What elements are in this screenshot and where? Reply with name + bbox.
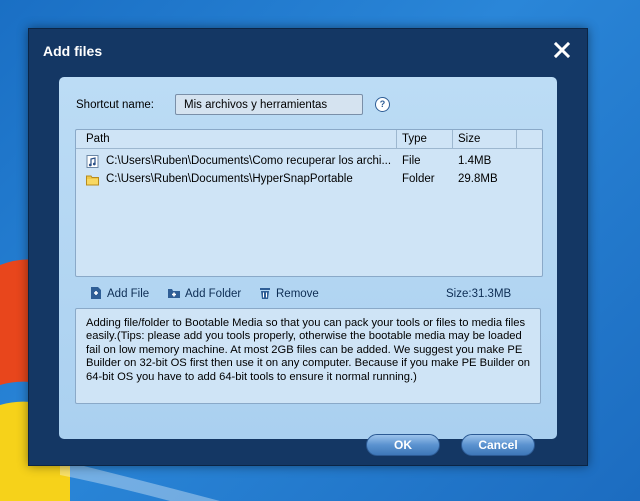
add-folder-icon [168,289,180,298]
file-type: Folder [402,173,435,185]
file-type: File [402,155,421,167]
file-list-header: Path Type Size [76,130,542,149]
file-toolbar: Add File Add Folder Remove Size:31.3MB [59,286,557,304]
audio-file-icon [86,155,99,168]
help-icon[interactable]: ? [375,97,390,112]
add-file-button[interactable]: Add File [89,286,159,302]
add-folder-label: Add Folder [185,288,242,300]
file-row[interactable]: C:\Users\Ruben\Documents\HyperSnapPortab… [76,171,542,189]
close-icon [553,41,571,59]
file-size: 29.8MB [458,173,498,185]
column-path[interactable]: Path [86,133,110,145]
shortcut-name-label: Shortcut name: [76,99,154,111]
trash-icon [260,288,270,299]
close-button[interactable] [551,39,573,61]
total-size: Size:31.3MB [446,288,512,300]
file-size: 1.4MB [458,155,492,167]
column-size[interactable]: Size [458,133,480,145]
add-folder-button[interactable]: Add Folder [167,286,247,302]
add-files-dialog: Add files Shortcut name: ? Path Type Siz… [28,28,588,466]
content-panel: Shortcut name: ? Path Type Size C:\Users… [59,77,557,456]
remove-button[interactable]: Remove [258,286,324,302]
file-path: C:\Users\Ruben\Documents\HyperSnapPortab… [106,173,353,185]
ok-button[interactable]: OK [366,434,440,456]
file-path: C:\Users\Ruben\Documents\Como recuperar … [106,155,392,167]
dialog-title: Add files [43,43,103,59]
cancel-button[interactable]: Cancel [461,434,535,456]
column-type[interactable]: Type [402,133,427,145]
file-list[interactable]: Path Type Size C:\Users\Ruben\Documents\… [75,129,543,277]
tips-text: Adding file/folder to Bootable Media so … [75,308,541,404]
folder-icon [86,175,99,186]
add-file-icon [91,287,101,299]
shortcut-name-input[interactable] [175,94,363,115]
file-row[interactable]: C:\Users\Ruben\Documents\Como recuperar … [76,153,542,171]
add-file-label: Add File [107,288,150,300]
remove-label: Remove [276,288,319,300]
